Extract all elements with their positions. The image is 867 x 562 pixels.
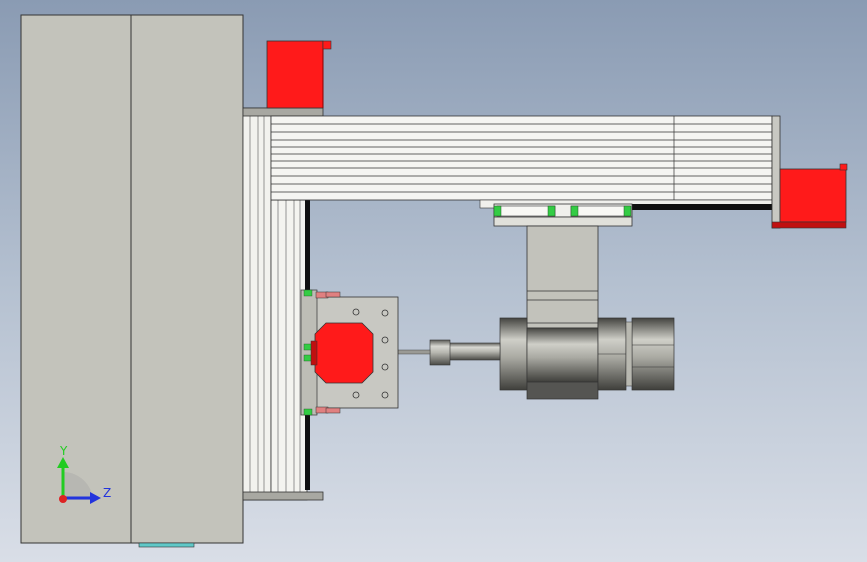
y-axis-label: Y bbox=[59, 444, 68, 458]
orientation-triad: Y Z bbox=[57, 444, 111, 504]
origin-dot bbox=[59, 495, 67, 503]
z-axis-label: Z bbox=[103, 486, 111, 500]
triad-plane bbox=[63, 471, 93, 500]
y-axis-head bbox=[57, 457, 69, 468]
z-axis-head bbox=[90, 492, 101, 504]
cad-viewport[interactable]: Y Z bbox=[0, 0, 867, 562]
